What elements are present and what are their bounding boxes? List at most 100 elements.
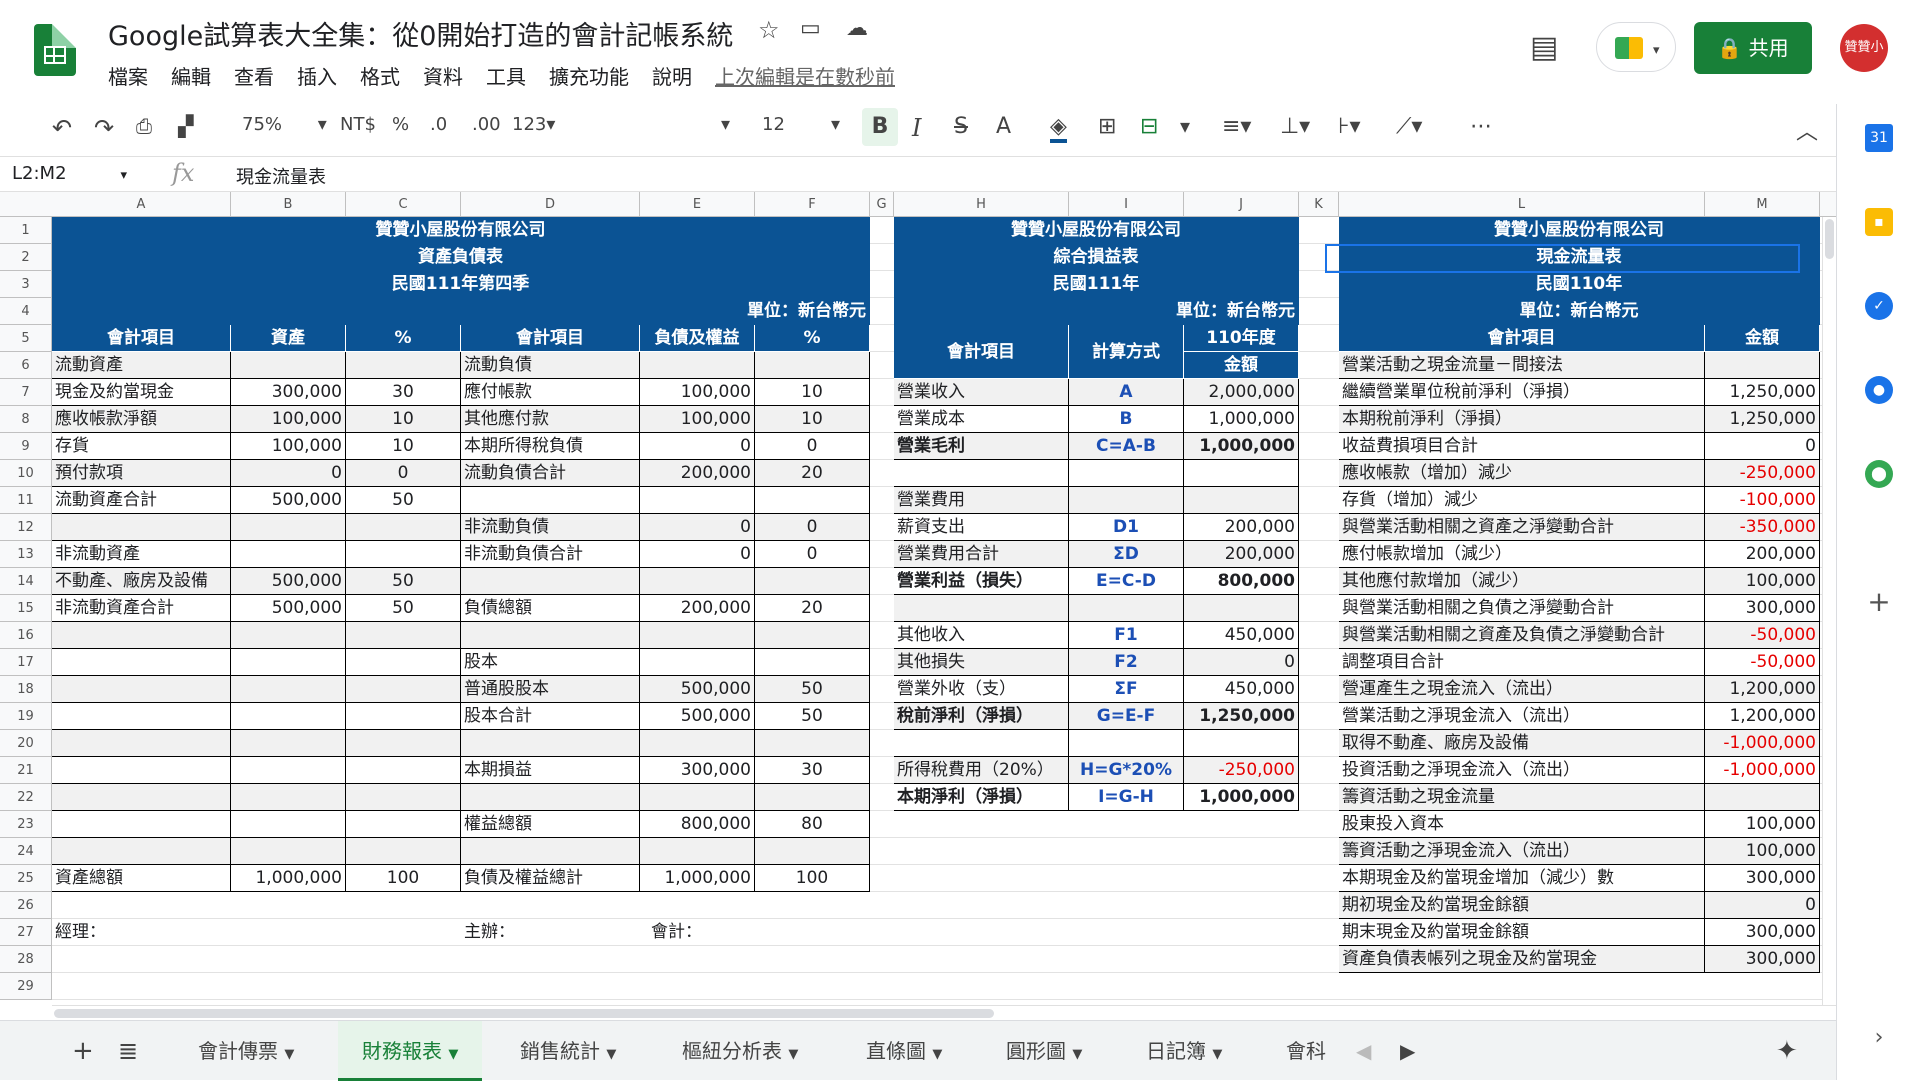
all-sheets-icon[interactable]: ≣ <box>118 1021 138 1081</box>
star-icon[interactable]: ☆ <box>758 16 780 44</box>
balance-cell[interactable] <box>755 784 870 811</box>
row-header[interactable]: 15 <box>0 595 52 622</box>
income-header[interactable]: 計算方式 <box>1069 325 1184 379</box>
row-header[interactable]: 22 <box>0 784 52 811</box>
comment-history-icon[interactable]: ▤ <box>1530 30 1558 65</box>
balance-cell[interactable]: 50 <box>346 487 461 514</box>
balance-cell[interactable]: 20 <box>755 595 870 622</box>
balance-cell[interactable]: 50 <box>755 676 870 703</box>
cashflow-cell[interactable]: 取得不動產、廠房及設備 <box>1339 730 1705 757</box>
font-size-select[interactable]: 12 ▾ <box>762 114 840 135</box>
balance-cell[interactable]: 流動資產合計 <box>52 487 231 514</box>
balance-cell[interactable] <box>231 352 346 379</box>
undo-icon[interactable]: ↶ <box>52 114 72 142</box>
row-header[interactable]: 4 <box>0 298 52 325</box>
tab-column-chart[interactable]: 直條圖 ▼ <box>866 1021 942 1081</box>
menu-format[interactable]: 格式 <box>360 65 400 89</box>
meet-button[interactable]: ▾ <box>1596 22 1676 72</box>
cashflow-amount[interactable]: 0 <box>1705 892 1820 919</box>
balance-cell[interactable]: 其他應付款 <box>461 406 640 433</box>
fill-color-icon[interactable]: ◈ <box>1050 114 1067 143</box>
income-cell[interactable]: 稅前淨利（淨損） <box>894 703 1069 730</box>
row-header[interactable]: 24 <box>0 838 52 865</box>
income-amount[interactable]: 450,000 <box>1184 622 1299 649</box>
column-header[interactable]: J <box>1184 192 1299 217</box>
collapse-icon[interactable]: ︿ <box>1796 114 1818 146</box>
income-cell[interactable] <box>894 730 1069 757</box>
balance-cell[interactable] <box>461 622 640 649</box>
scroll-tabs-left-icon[interactable]: ◀ <box>1356 1021 1371 1081</box>
zoom-select[interactable]: 75% ▾ <box>242 114 327 135</box>
menu-edit[interactable]: 編輯 <box>171 65 211 89</box>
column-header[interactable]: D <box>461 192 640 217</box>
income-amount[interactable]: 2,000,000 <box>1184 379 1299 406</box>
income-amount[interactable]: 1,000,000 <box>1184 433 1299 460</box>
balance-cell[interactable] <box>755 568 870 595</box>
text-wrap-icon[interactable]: ⊦▾ <box>1338 114 1361 139</box>
income-amount[interactable]: 800,000 <box>1184 568 1299 595</box>
cashflow-company[interactable]: 贊贊小屋股份有限公司 <box>1339 217 1820 244</box>
menu-extensions[interactable]: 擴充功能 <box>549 65 629 89</box>
balance-cell[interactable] <box>640 784 755 811</box>
cashflow-cell[interactable]: 營業活動之淨現金流入（流出） <box>1339 703 1705 730</box>
row-header[interactable]: 25 <box>0 865 52 892</box>
income-formula[interactable] <box>1069 730 1184 757</box>
row-header[interactable]: 11 <box>0 487 52 514</box>
income-cell[interactable]: 所得稅費用（20%） <box>894 757 1069 784</box>
balance-cell[interactable]: 50 <box>346 595 461 622</box>
cashflow-amount[interactable]: -1,000,000 <box>1705 757 1820 784</box>
explore-icon[interactable]: ✦ <box>1776 1021 1798 1081</box>
cashflow-amount[interactable]: 1,250,000 <box>1705 406 1820 433</box>
balance-cell[interactable] <box>231 784 346 811</box>
balance-cell[interactable]: 0 <box>231 460 346 487</box>
balance-cell[interactable]: 資產總額 <box>52 865 231 892</box>
column-header[interactable]: M <box>1705 192 1820 217</box>
cashflow-cell[interactable]: 繼續營業單位稅前淨利（淨損） <box>1339 379 1705 406</box>
column-header[interactable]: K <box>1299 192 1339 217</box>
income-cell[interactable] <box>894 460 1069 487</box>
balance-header[interactable]: % <box>755 325 870 352</box>
move-folder-icon[interactable]: ▭ <box>800 16 821 41</box>
balance-cell[interactable]: 100,000 <box>231 406 346 433</box>
income-cell[interactable]: 其他損失 <box>894 649 1069 676</box>
balance-cell[interactable] <box>52 514 231 541</box>
income-formula[interactable]: C=A-B <box>1069 433 1184 460</box>
column-header[interactable]: I <box>1069 192 1184 217</box>
income-formula[interactable]: ΣD <box>1069 541 1184 568</box>
balance-cell[interactable]: 非流動資產 <box>52 541 231 568</box>
add-sheet-icon[interactable]: + <box>72 1021 94 1081</box>
balance-cell[interactable]: 200,000 <box>640 460 755 487</box>
balance-cell[interactable]: 流動負債合計 <box>461 460 640 487</box>
column-header[interactable]: L <box>1339 192 1705 217</box>
last-edit-link[interactable]: 上次編輯是在數秒前 <box>715 65 895 89</box>
balance-cell[interactable]: 本期損益 <box>461 757 640 784</box>
cashflow-amount[interactable]: 1,200,000 <box>1705 703 1820 730</box>
balance-period[interactable]: 民國111年第四季 <box>52 271 870 298</box>
cashflow-cell[interactable]: 本期現金及約當現金增加（減少）數 <box>1339 865 1705 892</box>
balance-cell[interactable] <box>640 352 755 379</box>
cashflow-amount[interactable]: 100,000 <box>1705 568 1820 595</box>
cashflow-cell[interactable]: 股東投入資本 <box>1339 811 1705 838</box>
balance-cell[interactable] <box>346 676 461 703</box>
cashflow-amount[interactable]: 1,200,000 <box>1705 676 1820 703</box>
income-amount[interactable]: 1,000,000 <box>1184 784 1299 811</box>
balance-cell[interactable]: 100,000 <box>640 406 755 433</box>
tasks-icon[interactable]: ✓ <box>1865 292 1893 320</box>
cashflow-cell[interactable]: 調整項目合計 <box>1339 649 1705 676</box>
cashflow-cell[interactable]: 期末現金及約當現金餘額 <box>1339 919 1705 946</box>
income-amount[interactable] <box>1184 487 1299 514</box>
income-cell[interactable]: 本期淨利（淨損） <box>894 784 1069 811</box>
column-header[interactable]: G <box>870 192 894 217</box>
cashflow-cell[interactable]: 其他應付款增加（減少） <box>1339 568 1705 595</box>
balance-header[interactable]: % <box>346 325 461 352</box>
sheet-grid[interactable]: 贊贊小屋股份有限公司 資產負債表 民國111年第四季 單位：新台幣元 會計項目 資產% 會計… <box>52 217 1836 1005</box>
sheets-logo-icon[interactable] <box>34 24 76 76</box>
balance-cell[interactable] <box>640 838 755 865</box>
row-header[interactable]: 21 <box>0 757 52 784</box>
cashflow-amount[interactable]: -50,000 <box>1705 649 1820 676</box>
balance-unit[interactable]: 單位：新台幣元 <box>52 298 870 325</box>
text-rotation-icon[interactable]: ⟋▾ <box>1396 114 1422 139</box>
balance-cell[interactable]: 30 <box>346 379 461 406</box>
plus-icon[interactable]: + <box>1865 588 1893 616</box>
cashflow-cell[interactable]: 資產負債表帳列之現金及約當現金 <box>1339 946 1705 973</box>
